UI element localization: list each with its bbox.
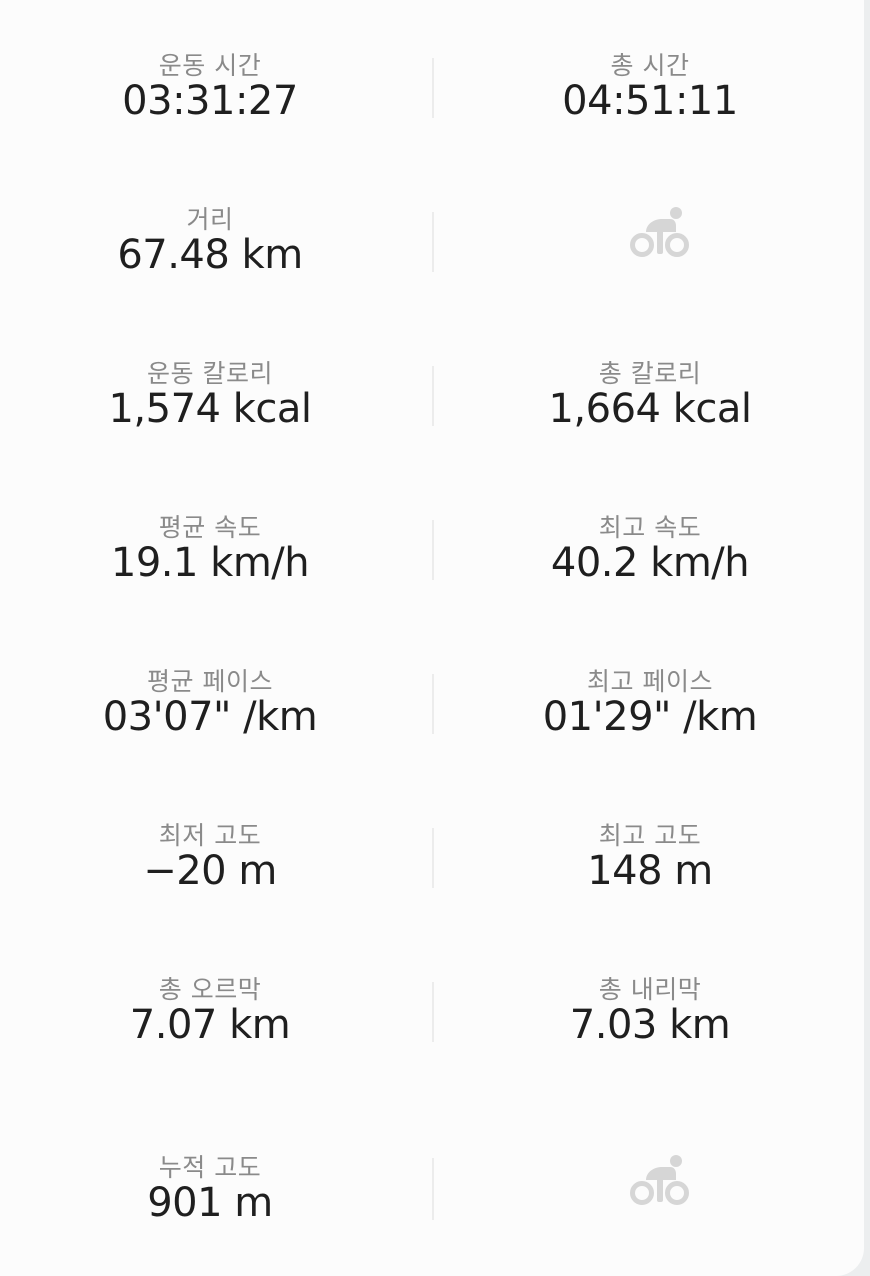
stat-value: 7.03 km xyxy=(569,1002,731,1048)
stats-row: 평균 속도 19.1 km/h 최고 속도 40.2 km/h xyxy=(0,508,864,628)
stats-row: 운동 칼로리 1,574 kcal 총 칼로리 1,664 kcal xyxy=(0,354,864,474)
column-divider xyxy=(432,520,434,580)
stats-row: 최저 고도 −20 m 최고 고도 148 m xyxy=(0,816,864,936)
stat-exercise-time: 운동 시간 03:31:27 xyxy=(0,46,420,166)
stats-row: 운동 시간 03:31:27 총 시간 04:51:11 xyxy=(0,46,864,166)
stat-avg-speed: 평균 속도 19.1 km/h xyxy=(0,508,420,628)
stats-row: 평균 페이스 03'07" /km 최고 페이스 01'29" /km xyxy=(0,662,864,782)
stat-label: 총 오르막 xyxy=(158,975,262,1004)
stat-label: 총 내리막 xyxy=(598,975,702,1004)
cycling-icon xyxy=(630,1155,689,1205)
stat-max-altitude: 최고 고도 148 m xyxy=(440,816,860,936)
stat-label: 최고 고도 xyxy=(598,821,702,850)
stat-value: 148 m xyxy=(587,848,713,894)
stat-total-time: 총 시간 04:51:11 xyxy=(440,46,860,166)
workout-stats-card: 운동 시간 03:31:27 총 시간 04:51:11 거리 67.48 km xyxy=(0,0,864,1276)
stat-value: 7.07 km xyxy=(129,1002,291,1048)
stats-row: 총 오르막 7.07 km 총 내리막 7.03 km xyxy=(0,970,864,1090)
stat-max-speed: 최고 속도 40.2 km/h xyxy=(440,508,860,628)
stat-total-calories: 총 칼로리 1,664 kcal xyxy=(440,354,860,474)
stat-total-downhill: 총 내리막 7.03 km xyxy=(440,970,860,1090)
stat-total-uphill: 총 오르막 7.07 km xyxy=(0,970,420,1090)
stat-label: 평균 페이스 xyxy=(147,667,273,696)
stat-label: 최저 고도 xyxy=(158,821,262,850)
column-divider xyxy=(432,828,434,888)
stat-min-altitude: 최저 고도 −20 m xyxy=(0,816,420,936)
stat-value: 67.48 km xyxy=(117,232,303,278)
stat-value: 03'07" /km xyxy=(102,694,318,740)
stat-label: 총 시간 xyxy=(610,51,690,80)
column-divider xyxy=(432,982,434,1042)
stat-label: 거리 xyxy=(186,205,234,234)
column-divider xyxy=(432,1158,434,1220)
stat-value: 40.2 km/h xyxy=(550,540,750,586)
stat-value: −20 m xyxy=(143,848,277,894)
stats-row: 거리 67.48 km xyxy=(0,200,864,320)
column-divider xyxy=(432,674,434,734)
stat-avg-pace: 평균 페이스 03'07" /km xyxy=(0,662,420,782)
stat-value: 901 m xyxy=(147,1180,273,1226)
stat-value: 03:31:27 xyxy=(122,78,298,124)
stat-label: 평균 속도 xyxy=(158,513,262,542)
stat-label: 누적 고도 xyxy=(158,1153,262,1182)
stats-row: 누적 고도 901 m xyxy=(0,1148,864,1268)
column-divider xyxy=(432,366,434,426)
stat-activity-icon xyxy=(440,1148,860,1268)
stat-label: 총 칼로리 xyxy=(598,359,702,388)
stat-exercise-calories: 운동 칼로리 1,574 kcal xyxy=(0,354,420,474)
column-divider xyxy=(432,212,434,272)
stat-distance: 거리 67.48 km xyxy=(0,200,420,320)
stat-best-pace: 최고 페이스 01'29" /km xyxy=(440,662,860,782)
stat-label: 운동 칼로리 xyxy=(147,359,273,388)
stat-cumulative-elevation: 누적 고도 901 m xyxy=(0,1148,420,1268)
stat-label: 최고 속도 xyxy=(598,513,702,542)
cycling-icon xyxy=(630,207,689,257)
stat-label: 최고 페이스 xyxy=(587,667,713,696)
stat-value: 04:51:11 xyxy=(562,78,738,124)
stat-value: 1,664 kcal xyxy=(548,386,752,432)
column-divider xyxy=(432,58,434,118)
stat-label: 운동 시간 xyxy=(158,51,262,80)
stat-value: 1,574 kcal xyxy=(108,386,312,432)
stat-value: 01'29" /km xyxy=(542,694,758,740)
stat-activity-icon xyxy=(440,200,860,320)
stat-value: 19.1 km/h xyxy=(110,540,310,586)
